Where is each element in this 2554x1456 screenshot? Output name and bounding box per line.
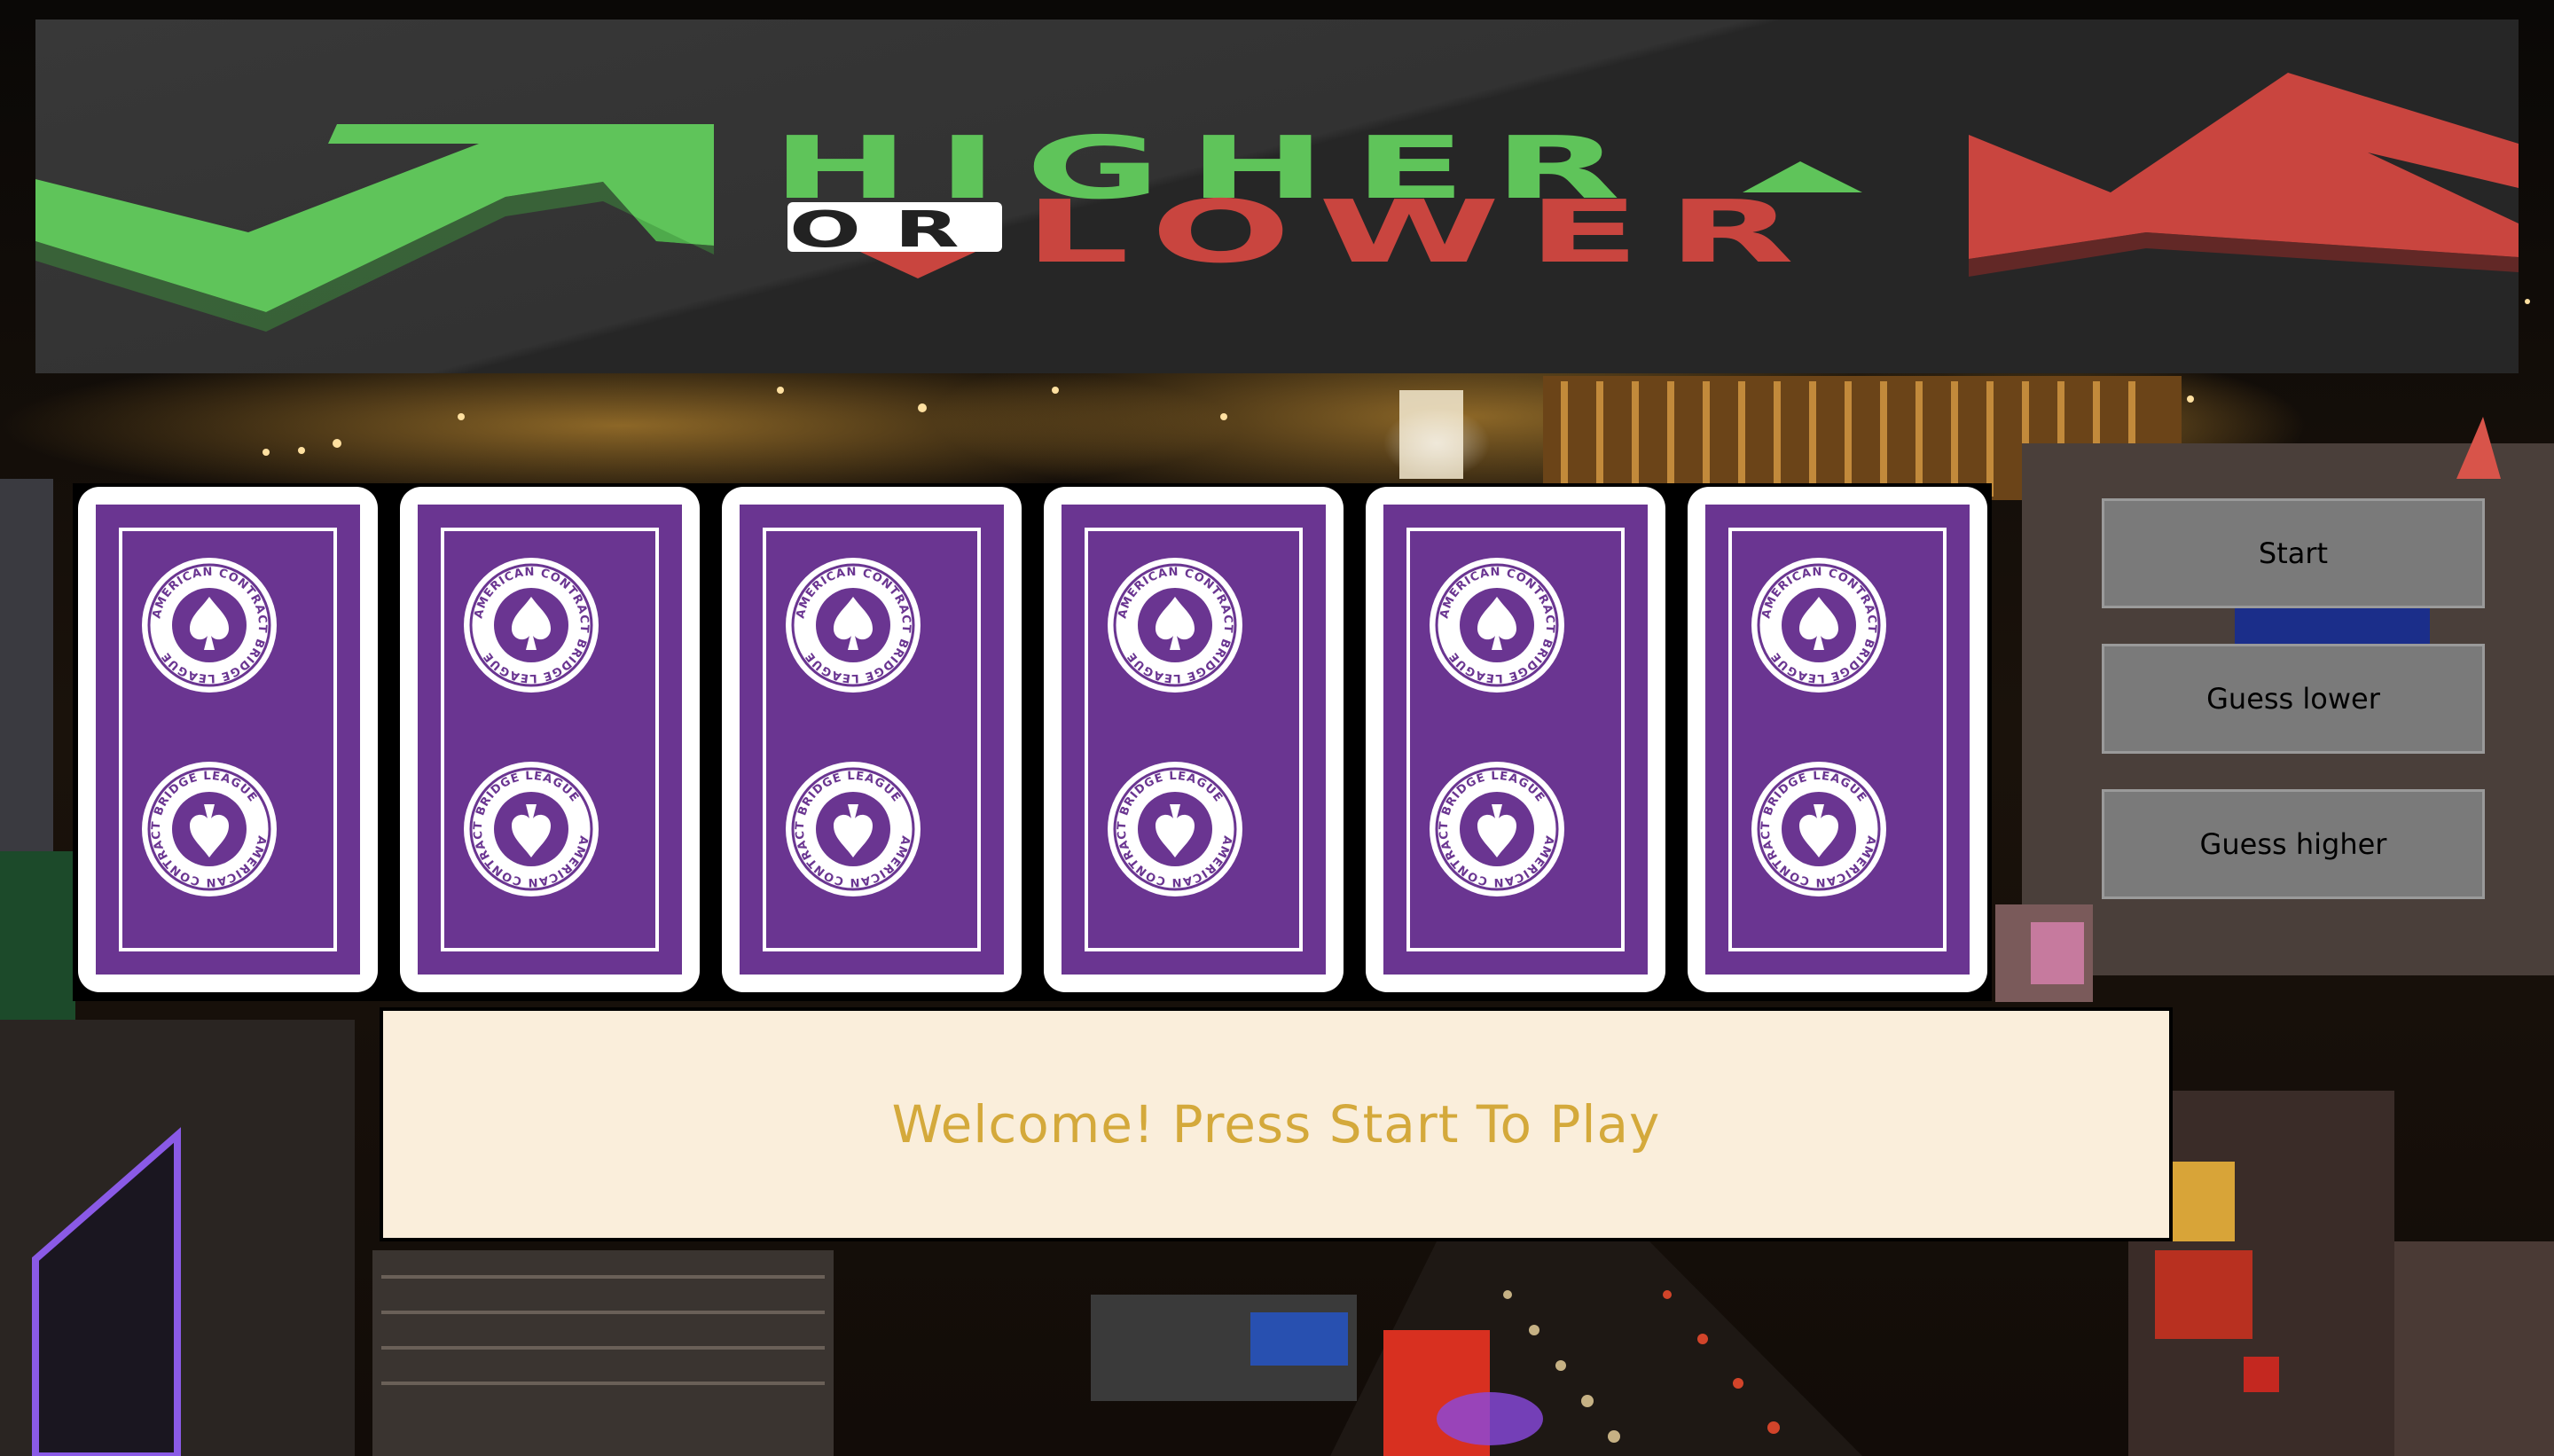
card-back-panel: AMERICAN CONTRACT BRIDGE LEAGUE AMERICAN… — [740, 505, 1004, 975]
logo-or-text: OR — [789, 201, 993, 259]
card-back-panel: AMERICAN CONTRACT BRIDGE LEAGUE AMERICAN… — [1062, 505, 1326, 975]
acbl-emblem-icon: AMERICAN CONTRACT BRIDGE LEAGUE — [1430, 762, 1564, 896]
card-row: AMERICAN CONTRACT BRIDGE LEAGUE AMERICAN… — [73, 483, 1992, 1001]
card-back-panel: AMERICAN CONTRACT BRIDGE LEAGUE AMERICAN… — [1705, 505, 1970, 975]
acbl-emblem-icon: AMERICAN CONTRACT BRIDGE LEAGUE — [142, 762, 277, 896]
guess-lower-button[interactable]: Guess lower — [2102, 644, 2485, 754]
logo-lower-text: LOWER — [1024, 182, 1822, 283]
acbl-emblem-icon: AMERICAN CONTRACT BRIDGE LEAGUE — [1108, 762, 1242, 896]
acbl-emblem-icon: AMERICAN CONTRACT BRIDGE LEAGUE — [786, 762, 921, 896]
acbl-emblem-icon: AMERICAN CONTRACT BRIDGE LEAGUE — [1751, 762, 1886, 896]
playing-card-back: AMERICAN CONTRACT BRIDGE LEAGUE AMERICAN… — [1044, 487, 1344, 992]
acbl-emblem-icon: AMERICAN CONTRACT BRIDGE LEAGUE — [1751, 558, 1886, 693]
playing-card-back: AMERICAN CONTRACT BRIDGE LEAGUE AMERICAN… — [1366, 487, 1665, 992]
start-button[interactable]: Start — [2102, 498, 2485, 608]
acbl-emblem-icon: AMERICAN CONTRACT BRIDGE LEAGUE — [464, 558, 599, 693]
acbl-emblem-icon: AMERICAN CONTRACT BRIDGE LEAGUE — [464, 762, 599, 896]
playing-card-back: AMERICAN CONTRACT BRIDGE LEAGUE AMERICAN… — [78, 487, 378, 992]
message-panel: Welcome! Press Start To Play — [380, 1007, 2173, 1241]
status-message: Welcome! Press Start To Play — [891, 1094, 1661, 1155]
card-back-panel: AMERICAN CONTRACT BRIDGE LEAGUE AMERICAN… — [418, 505, 682, 975]
acbl-emblem-icon: AMERICAN CONTRACT BRIDGE LEAGUE — [142, 558, 277, 693]
card-back-panel: AMERICAN CONTRACT BRIDGE LEAGUE AMERICAN… — [96, 505, 360, 975]
playing-card-back: AMERICAN CONTRACT BRIDGE LEAGUE AMERICAN… — [722, 487, 1022, 992]
guess-higher-button[interactable]: Guess higher — [2102, 789, 2485, 899]
game-logo-banner: HIGHER OR LOWER — [35, 20, 2519, 373]
card-back-panel: AMERICAN CONTRACT BRIDGE LEAGUE AMERICAN… — [1383, 505, 1648, 975]
acbl-emblem-icon: AMERICAN CONTRACT BRIDGE LEAGUE — [1108, 558, 1242, 693]
acbl-emblem-icon: AMERICAN CONTRACT BRIDGE LEAGUE — [1430, 558, 1564, 693]
acbl-emblem-icon: AMERICAN CONTRACT BRIDGE LEAGUE — [786, 558, 921, 693]
playing-card-back: AMERICAN CONTRACT BRIDGE LEAGUE AMERICAN… — [400, 487, 700, 992]
playing-card-back: AMERICAN CONTRACT BRIDGE LEAGUE AMERICAN… — [1688, 487, 1987, 992]
